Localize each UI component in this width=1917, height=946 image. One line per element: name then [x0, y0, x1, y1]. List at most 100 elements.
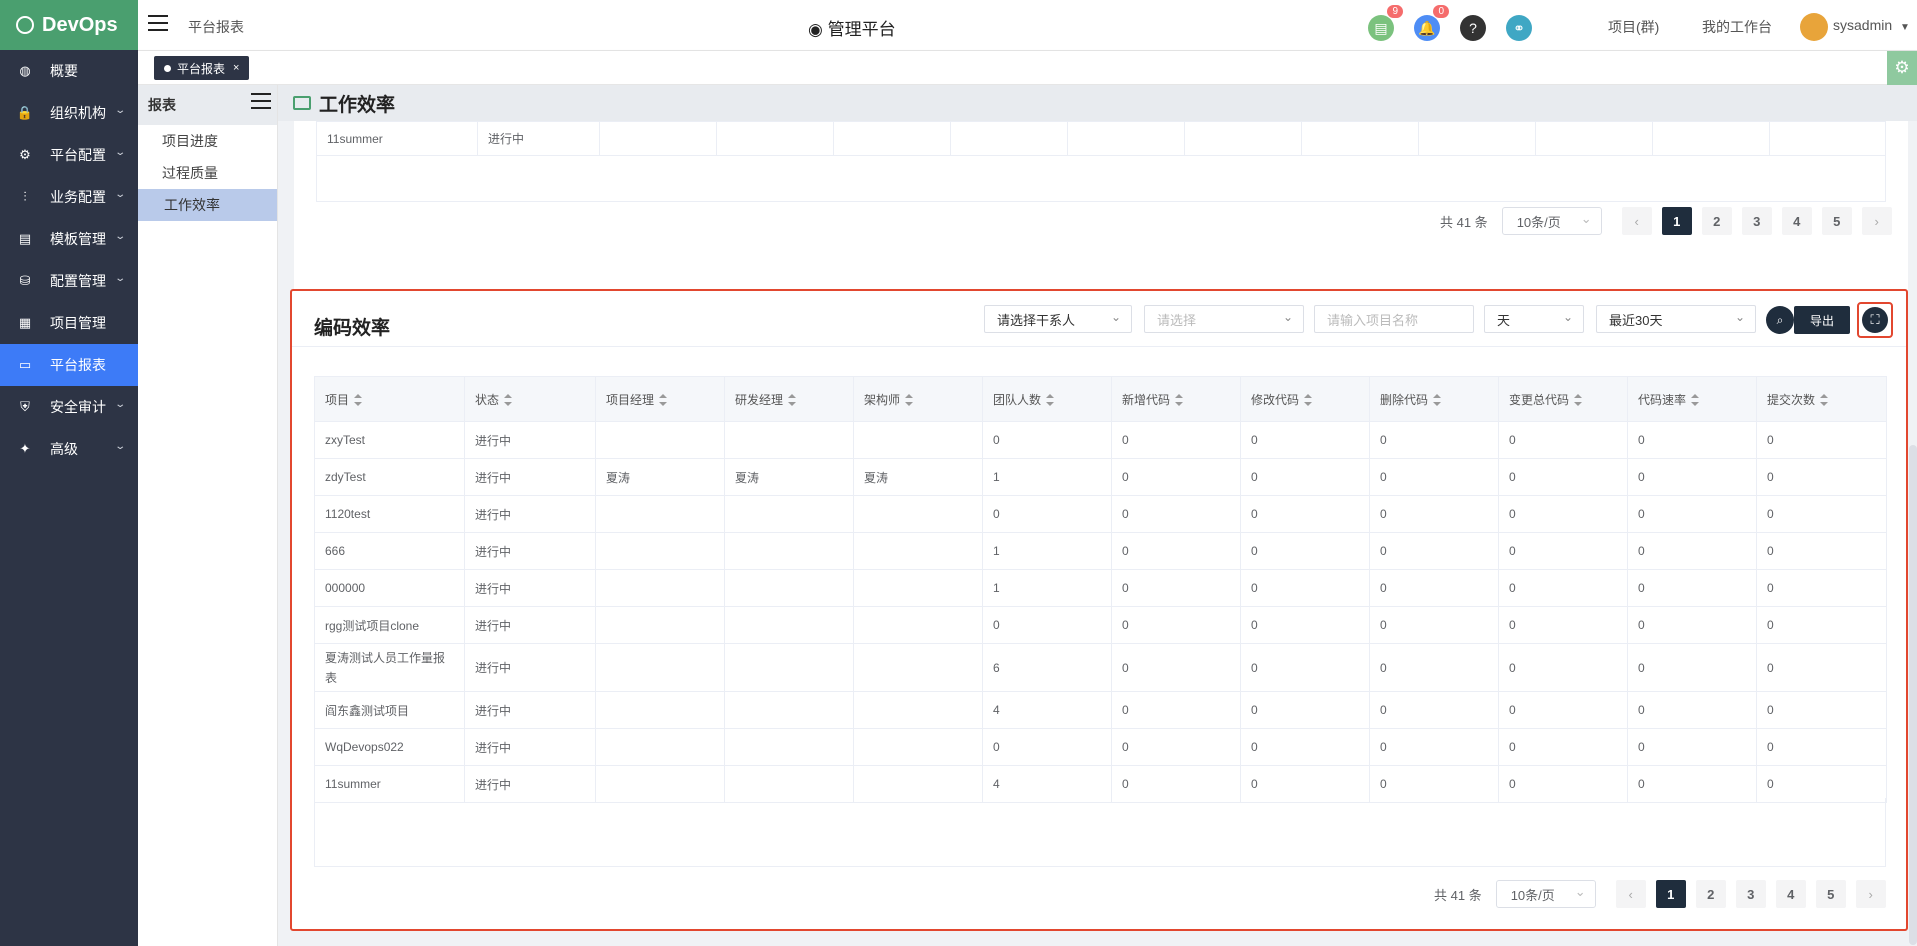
- table-row[interactable]: zdyTest 进行中 夏涛 夏涛 夏涛 1 0 0 0 0 0 0: [314, 458, 1887, 496]
- table-cell: 0: [1627, 643, 1757, 692]
- column-header[interactable]: 新增代码: [1111, 376, 1241, 422]
- user-menu[interactable]: sysadmin ▼: [1833, 17, 1910, 33]
- page-button[interactable]: 2: [1695, 880, 1726, 908]
- breadcrumb[interactable]: 平台报表: [188, 17, 244, 37]
- column-header[interactable]: 项目: [314, 376, 465, 422]
- nav-item[interactable]: ▭ 平台报表: [0, 344, 138, 386]
- unit-select[interactable]: 天 ⌄: [1484, 305, 1584, 333]
- prev-page-icon[interactable]: ‹: [1615, 880, 1646, 908]
- export-button[interactable]: 导出: [1794, 306, 1850, 334]
- nav-label: 项目管理: [50, 315, 106, 331]
- nav-item[interactable]: ⛨ 安全审计 ⌄: [0, 386, 138, 428]
- sort-icon[interactable]: [354, 394, 363, 407]
- page-button[interactable]: 3: [1741, 207, 1772, 235]
- sort-icon[interactable]: [1304, 394, 1313, 407]
- page-button[interactable]: 2: [1701, 207, 1732, 235]
- column-header-label: 项目: [325, 392, 350, 407]
- chevron-down-icon: ⌄: [113, 147, 126, 158]
- page-button[interactable]: 1: [1661, 207, 1692, 235]
- page-button[interactable]: 1: [1655, 880, 1686, 908]
- nav-item[interactable]: ▦ 项目管理: [0, 302, 138, 344]
- page-button[interactable]: 4: [1775, 880, 1806, 908]
- sort-icon[interactable]: [659, 394, 668, 407]
- column-header[interactable]: 项目经理: [595, 376, 725, 422]
- column-header-label: 研发经理: [735, 392, 784, 407]
- search-button[interactable]: ⌕: [1766, 306, 1794, 334]
- avatar[interactable]: [1800, 13, 1828, 41]
- nav-item[interactable]: ⫶ 业务配置 ⌄: [0, 176, 138, 218]
- menu-toggle-icon[interactable]: [148, 15, 168, 36]
- table-row[interactable]: WqDevops022 进行中 0 0 0 0 0 0 0: [314, 728, 1887, 766]
- tab-platform-report[interactable]: 平台报表 ×: [154, 56, 250, 80]
- help-icon[interactable]: ?: [1460, 15, 1486, 41]
- platform-title-text: 管理平台: [827, 20, 896, 39]
- page-button[interactable]: 5: [1821, 207, 1852, 235]
- table-cell: [595, 643, 725, 692]
- submenu-item[interactable]: 工作效率: [138, 189, 277, 221]
- table-row[interactable]: 666 进行中 1 0 0 0 0 0 0: [314, 532, 1887, 570]
- submenu-toggle-icon[interactable]: [251, 93, 271, 114]
- nav-item[interactable]: 🔒 组织机构 ⌄: [0, 92, 138, 134]
- stakeholder-select[interactable]: 请选择干系人 ⌄: [984, 305, 1132, 333]
- table-row[interactable]: 阎东鑫测试项目 进行中 4 0 0 0 0 0 0: [314, 691, 1887, 729]
- table-row[interactable]: 11summer 进行中 4 0 0 0 0 0 0: [314, 765, 1887, 803]
- logo[interactable]: DevOps: [0, 0, 138, 50]
- fullscreen-button[interactable]: ⛶: [1857, 302, 1893, 338]
- page-button[interactable]: 4: [1781, 207, 1812, 235]
- sort-icon[interactable]: [1820, 394, 1829, 407]
- generic-select[interactable]: 请选择 ⌄: [1144, 305, 1304, 333]
- main-content: 工作效率 11summer 进行中 共 41 条 10条/页 ‹12345› 编…: [278, 85, 1917, 946]
- next-page-icon[interactable]: ›: [1855, 880, 1886, 908]
- column-header[interactable]: 提交次数: [1756, 376, 1887, 422]
- submenu-item[interactable]: 过程质量: [138, 157, 277, 189]
- sort-icon[interactable]: [788, 394, 797, 407]
- table-row[interactable]: 000000 进行中 1 0 0 0 0 0 0: [314, 569, 1887, 607]
- scrollbar[interactable]: [1909, 445, 1917, 945]
- page-button[interactable]: 3: [1735, 880, 1766, 908]
- bell-icon[interactable]: 🔔 0: [1414, 4, 1450, 41]
- task-icon[interactable]: ▤ 9: [1368, 4, 1404, 41]
- table-row[interactable]: 夏涛测试人员工作量报表 进行中 6 0 0 0 0 0 0: [314, 643, 1887, 692]
- sort-icon[interactable]: [1175, 394, 1184, 407]
- table-cell: 4: [982, 765, 1112, 803]
- sort-icon[interactable]: [1046, 394, 1055, 407]
- nav-label: 组织机构: [50, 105, 106, 121]
- sort-icon[interactable]: [1691, 394, 1700, 407]
- sort-icon[interactable]: [1433, 394, 1442, 407]
- project-group-link[interactable]: 项目(群): [1608, 17, 1659, 37]
- date-range-select[interactable]: 最近30天 ⌄: [1596, 305, 1756, 333]
- sort-icon[interactable]: [905, 394, 914, 407]
- table-cell: [724, 643, 854, 692]
- column-header[interactable]: 架构师: [853, 376, 983, 422]
- link-icon[interactable]: ⚭: [1506, 15, 1532, 41]
- column-header[interactable]: 修改代码: [1240, 376, 1370, 422]
- column-header[interactable]: 变更总代码: [1498, 376, 1628, 422]
- prev-page-icon[interactable]: ‹: [1621, 207, 1652, 235]
- nav-item[interactable]: ⚙ 平台配置 ⌄: [0, 134, 138, 176]
- close-tab-icon[interactable]: ×: [233, 62, 239, 74]
- sort-icon[interactable]: [1574, 394, 1583, 407]
- column-header[interactable]: 代码速率: [1627, 376, 1757, 422]
- submenu-item[interactable]: 项目进度: [138, 125, 277, 157]
- next-page-icon[interactable]: ›: [1861, 207, 1892, 235]
- column-header[interactable]: 状态: [464, 376, 596, 422]
- settings-gear-icon[interactable]: ⚙: [1887, 51, 1917, 85]
- column-header[interactable]: 删除代码: [1369, 376, 1499, 422]
- page-button[interactable]: 5: [1815, 880, 1846, 908]
- nav-item[interactable]: ▤ 模板管理 ⌄: [0, 218, 138, 260]
- column-header[interactable]: 团队人数: [982, 376, 1112, 422]
- my-workspace-link[interactable]: 我的工作台: [1702, 17, 1772, 37]
- column-header[interactable]: 研发经理: [724, 376, 854, 422]
- sort-icon[interactable]: [504, 394, 513, 407]
- nav-item[interactable]: ⛁ 配置管理 ⌄: [0, 260, 138, 302]
- page-size-select[interactable]: 10条/页: [1501, 207, 1602, 235]
- project-name-input[interactable]: 请输入项目名称: [1314, 305, 1474, 333]
- nav-item[interactable]: ◍ 概要: [0, 50, 138, 92]
- table-row[interactable]: 1120test 进行中 0 0 0 0 0 0 0: [314, 495, 1887, 533]
- table-cell: [724, 569, 854, 607]
- table-row[interactable]: zxyTest 进行中 0 0 0 0 0 0 0: [314, 421, 1887, 459]
- nav-item[interactable]: ✦ 高级 ⌄: [0, 428, 138, 470]
- page-size-select[interactable]: 10条/页: [1495, 880, 1596, 908]
- table-cell: 0: [1627, 495, 1757, 533]
- table-row[interactable]: rgg测试项目clone 进行中 0 0 0 0 0 0 0: [314, 606, 1887, 644]
